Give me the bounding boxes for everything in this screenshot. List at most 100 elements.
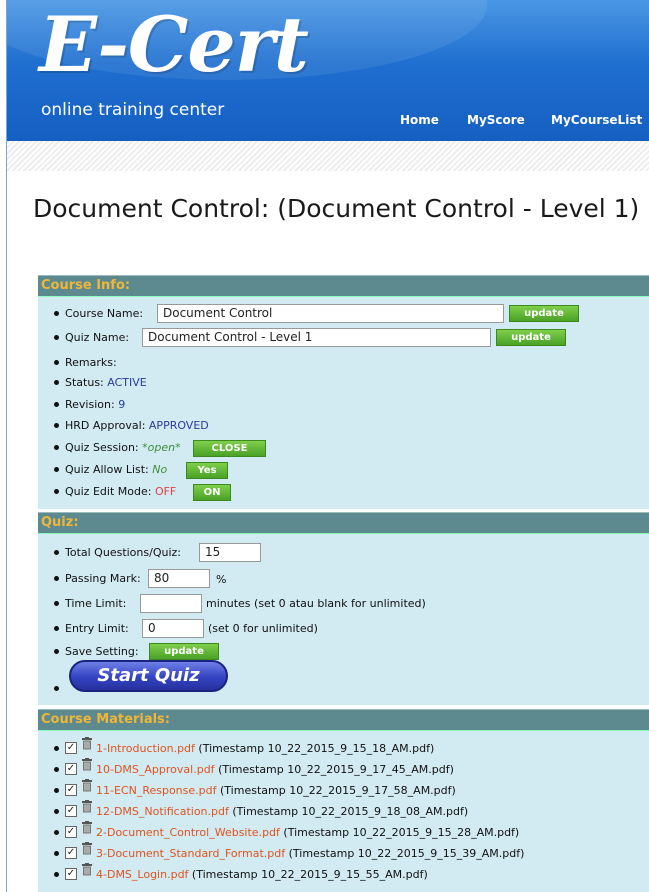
bullet-icon [54,625,59,631]
course-info-heading: Course Info: [38,276,649,297]
bullet-icon [54,808,59,814]
passing-mark-input[interactable]: 80 [148,569,210,588]
quiz-edit-mode-value: OFF [154,485,177,498]
page-title: Document Control: (Document Control - Le… [33,194,640,223]
material-checkbox[interactable]: ✓ [65,742,77,754]
bullet-icon [54,575,59,581]
remarks-label: Remarks: [65,356,117,369]
time-limit-input[interactable] [140,594,202,613]
material-file-link[interactable]: 10-DMS_Approval.pdf [96,763,215,776]
material-checkbox[interactable]: ✓ [65,805,77,817]
trash-icon[interactable] [82,842,92,862]
course-name-row: Course Name: [38,304,143,324]
quiz-edit-mode-row: Quiz Edit Mode: OFF [38,482,176,502]
material-row: ✓ 3-Document_Standard_Format.pdf (Timesta… [38,842,524,864]
bullet-icon [54,549,59,555]
bullet-icon [54,829,59,835]
entry-limit-input[interactable]: 0 [142,619,204,638]
nav-mycourselist-link[interactable]: MyCourseList [551,113,642,127]
material-checkbox[interactable]: ✓ [65,847,77,859]
material-file-link[interactable]: 12-DMS_Notification.pdf [96,805,229,818]
bullet-icon [54,787,59,793]
status-label: Status: [65,376,104,389]
material-row: ✓ 2-Document_Control_Website.pdf (Timesta… [38,821,520,843]
material-checkbox[interactable]: ✓ [65,868,77,880]
bullet-icon [54,766,59,772]
bullet-icon [54,401,59,407]
header-stripe-divider [7,141,649,171]
total-questions-input[interactable]: 15 [199,543,261,562]
passing-mark-unit: % [216,573,227,586]
revision-label: Revision: [65,398,115,411]
bullet-icon [54,871,59,877]
course-materials-heading: Course Materials: [38,710,649,731]
bullet-icon [54,648,59,654]
material-timestamp: (Timestamp 10_22_2015_9_18_08_AM.pdf) [232,805,469,818]
hrd-approval-label: HRD Approval: [65,419,146,432]
nav-home-link[interactable]: Home [400,113,439,127]
quiz-session-label: Quiz Session: [65,441,139,454]
quiz-edit-mode-on-button[interactable]: ON [193,484,231,501]
site-header: E-Cert online training center Home MySco… [7,0,649,141]
quiz-edit-mode-label: Quiz Edit Mode: [65,485,152,498]
quiz-allow-list-value: No [152,463,168,476]
entry-limit-note: (set 0 for unlimited) [208,622,318,635]
material-timestamp: (Timestamp 10_22_2015_9_17_58_AM.pdf) [220,784,456,797]
material-checkbox[interactable]: ✓ [65,826,77,838]
material-timestamp: (Timestamp 10_22_2015_9_15_28_AM.pdf) [283,826,520,839]
quiz-name-update-button[interactable]: update [496,329,566,346]
trash-icon[interactable] [82,821,92,841]
material-file-link[interactable]: 2-Document_Control_Website.pdf [96,826,280,839]
material-file-link[interactable]: 4-DMS_Login.pdf [96,868,188,881]
revision-row: Revision: 9 [38,395,125,415]
course-materials-panel: Course Materials: ✓ 1-Introduction.pdf (T… [38,709,649,892]
bullet-icon [54,444,59,450]
material-row: ✓ 12-DMS_Notification.pdf (Timestamp 10_2… [38,800,469,822]
revision-value: 9 [118,398,126,411]
material-row: ✓ 11-ECN_Response.pdf (Timestamp 10_22_20… [38,779,456,801]
trash-icon[interactable] [82,737,92,757]
time-limit-label: Time Limit: [65,597,127,610]
start-quiz-row [38,679,65,699]
quiz-allow-list-label: Quiz Allow List: [65,463,149,476]
material-file-link[interactable]: 11-ECN_Response.pdf [96,784,217,797]
material-row: ✓ 4-DMS_Login.pdf (Timestamp 10_22_2015_9… [38,863,428,885]
material-checkbox[interactable]: ✓ [65,784,77,796]
entry-limit-row: Entry Limit: [38,619,129,639]
material-row: ✓ 1-Introduction.pdf (Timestamp 10_22_201… [38,737,435,759]
course-name-update-button[interactable]: update [509,305,579,322]
quiz-session-value: *open* [142,441,181,454]
bullet-icon [54,334,59,340]
material-checkbox[interactable]: ✓ [65,763,77,775]
brand-tagline: online training center [41,100,225,120]
quiz-allow-list-yes-button[interactable]: Yes [186,462,228,479]
passing-mark-label: Passing Mark: [65,572,141,585]
quiz-name-label: Quiz Name: [65,331,130,344]
passing-mark-row: Passing Mark: [38,569,141,589]
bullet-icon [54,600,59,606]
quiz-allow-list-row: Quiz Allow List: No [38,460,167,480]
quiz-name-input[interactable]: Document Control - Level 1 [142,328,491,347]
trash-icon[interactable] [82,863,92,883]
material-file-link[interactable]: 1-Introduction.pdf [96,742,195,755]
material-file-link[interactable]: 3-Document_Standard_Format.pdf [96,847,285,860]
bullet-icon [54,310,59,316]
quiz-heading: Quiz: [38,513,649,534]
start-quiz-button[interactable]: Start Quiz [69,660,228,692]
bullet-icon [54,745,59,751]
course-info-panel: Course Info: Course Name: Quiz Name: Rem… [38,275,649,509]
course-name-input[interactable]: Document Control [157,304,504,323]
trash-icon[interactable] [82,800,92,820]
nav-myscore-link[interactable]: MyScore [467,113,525,127]
trash-icon[interactable] [82,758,92,778]
trash-icon[interactable] [82,779,92,799]
brand-logo[interactable]: E-Cert [39,2,309,88]
time-limit-note: minutes (set 0 atau blank for unlimited) [206,597,426,610]
quiz-name-row: Quiz Name: [38,328,129,348]
save-setting-update-button[interactable]: update [149,643,219,660]
material-timestamp: (Timestamp 10_22_2015_9_17_45_AM.pdf) [218,763,454,776]
save-setting-row: Save Setting: [38,642,139,662]
quiz-session-close-button[interactable]: CLOSE [193,440,266,457]
total-questions-row: Total Questions/Quiz: [38,543,181,563]
material-timestamp: (Timestamp 10_22_2015_9_15_18_AM.pdf) [198,742,435,755]
